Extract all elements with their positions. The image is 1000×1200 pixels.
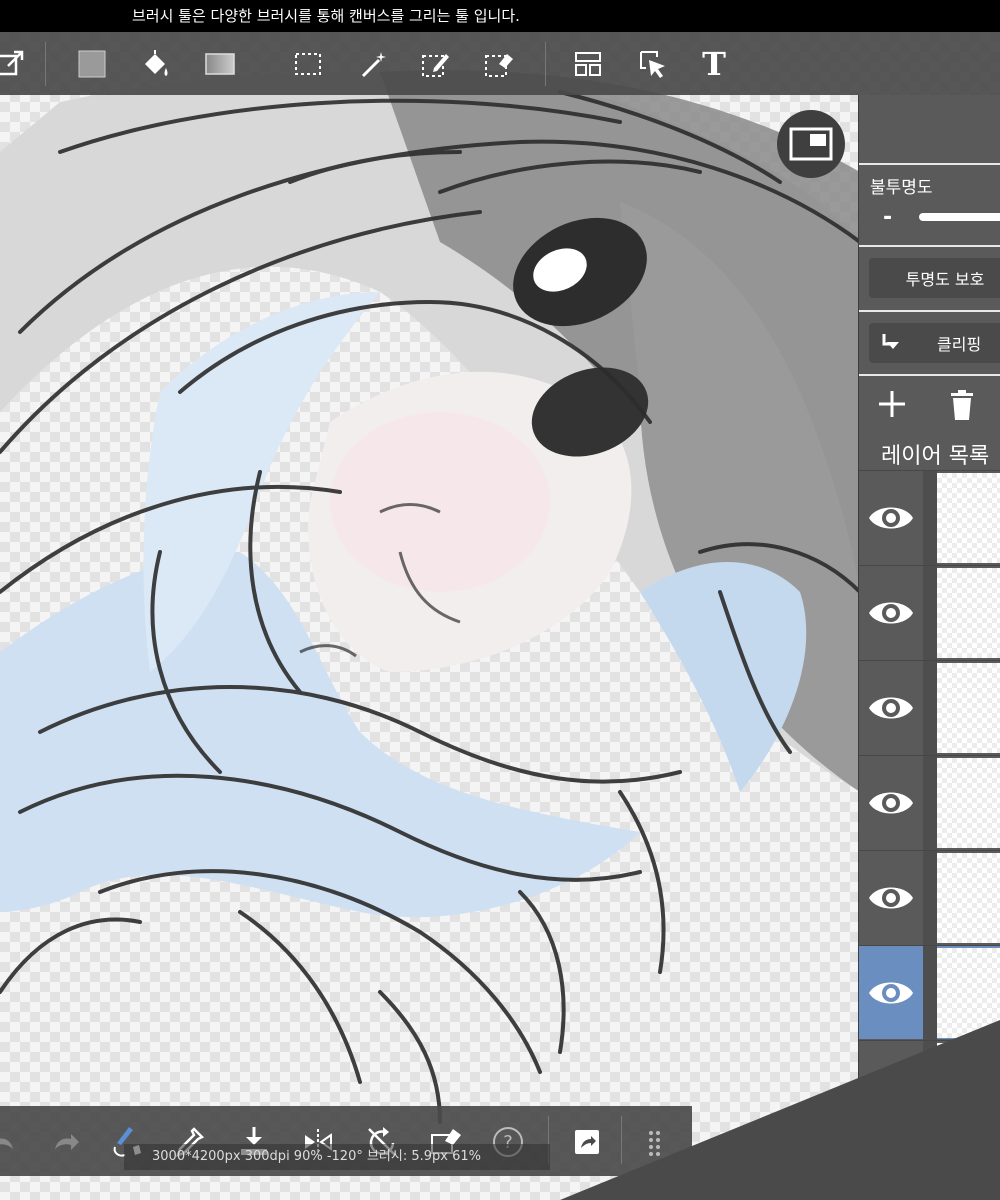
view-mode-button[interactable] (777, 110, 845, 178)
alpha-lock-button[interactable]: 투명도 보호 (869, 258, 1000, 298)
toolbar-divider (621, 1116, 622, 1164)
layer-row[interactable] (859, 755, 1000, 850)
panel-divider (859, 245, 1000, 247)
alpha-lock-label: 투명도 보호 (905, 270, 985, 289)
layer-row[interactable] (859, 565, 1000, 660)
eye-icon[interactable] (867, 590, 915, 636)
undo-icon[interactable] (0, 1120, 26, 1164)
clipping-label: 클리핑 (937, 335, 982, 354)
canvas-resize-icon[interactable] (0, 42, 32, 86)
select-rect-icon[interactable] (286, 42, 330, 86)
magic-wand-icon[interactable] (353, 42, 397, 86)
layer-thumbnail (937, 568, 1000, 658)
select-eraser-icon[interactable] (477, 42, 521, 86)
clipping-button[interactable]: 클리핑 (869, 323, 1000, 363)
toolbar-divider (545, 42, 546, 86)
opacity-decrease-button[interactable]: - (883, 205, 892, 230)
delete-layer-icon[interactable] (947, 389, 977, 421)
window-icon (789, 127, 833, 161)
color-swatch-icon[interactable] (70, 42, 114, 86)
eye-icon[interactable] (867, 970, 915, 1016)
toolbar-divider (45, 42, 46, 86)
more-grid-icon[interactable] (636, 1120, 680, 1164)
canvas-info-bar: 3000*4200px 300dpi 90% -120° 브러시: 5.9px … (124, 1144, 550, 1170)
fill-bucket-icon[interactable] (133, 42, 177, 86)
layout-icon[interactable] (566, 42, 610, 86)
select-pen-icon[interactable] (414, 42, 458, 86)
layer-row[interactable] (859, 660, 1000, 755)
share-icon[interactable] (565, 1120, 609, 1164)
eye-icon[interactable] (867, 495, 915, 541)
redo-icon[interactable] (42, 1120, 86, 1164)
layer-handle (923, 851, 937, 945)
layer-thumbnail (937, 663, 1000, 753)
layer-handle (923, 661, 937, 755)
layer-handle (923, 756, 937, 850)
layer-thumbnail (937, 758, 1000, 848)
hint-bar: 브러시 툴은 다양한 브러시를 통해 캔버스를 그리는 툴 입니다. (0, 0, 1000, 32)
top-toolbar: T (0, 32, 1000, 95)
layer-handle (923, 566, 937, 660)
eye-icon[interactable] (867, 875, 915, 921)
canvas-info-text: 3000*4200px 300dpi 90% -120° 브러시: 5.9px … (152, 1149, 482, 1164)
layer-thumbnail (937, 853, 1000, 943)
layer-row[interactable] (859, 850, 1000, 945)
eye-icon[interactable] (867, 780, 915, 826)
move-select-icon[interactable] (631, 42, 675, 86)
layer-handle (923, 471, 937, 565)
add-layer-icon[interactable] (875, 387, 909, 421)
panel-divider (859, 374, 1000, 376)
text-tool-icon[interactable]: T (692, 42, 736, 86)
panel-divider (859, 163, 1000, 165)
panel-divider (859, 310, 1000, 312)
layer-thumbnail (937, 473, 1000, 563)
layer-list-title: 레이어 목록 (881, 444, 990, 469)
layer-row[interactable] (859, 470, 1000, 565)
opacity-slider[interactable] (919, 213, 1000, 221)
layer-panel: 불투명도 - 투명도 보호 클리핑 레이어 목록 (858, 95, 1000, 1175)
hint-text: 브러시 툴은 다양한 브러시를 통해 캔버스를 그리는 툴 입니다. (132, 7, 520, 25)
clipping-arrow-icon (882, 334, 899, 349)
gradient-icon[interactable] (198, 42, 242, 86)
opacity-label: 불투명도 (870, 178, 933, 198)
eye-icon[interactable] (867, 685, 915, 731)
